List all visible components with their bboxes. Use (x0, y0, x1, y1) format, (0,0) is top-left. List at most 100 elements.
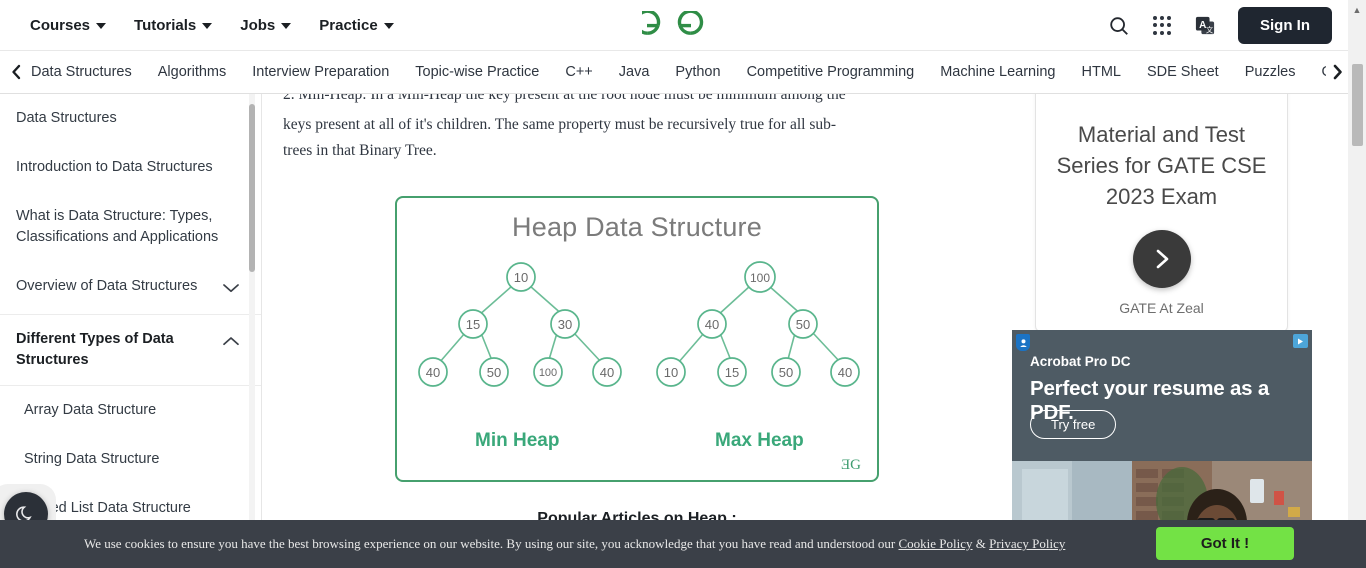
subnav-item-algorithms[interactable]: Algorithms (158, 64, 227, 80)
site-logo[interactable] (639, 8, 709, 44)
sidebar-item-label: Data Structures (16, 110, 117, 126)
nav-tutorials[interactable]: Tutorials (134, 16, 213, 34)
subnav-item-topic-wise-practice[interactable]: Topic-wise Practice (415, 64, 539, 80)
min-heap-nodes: 10 15 30 40 50 100 40 (418, 262, 622, 387)
subnav-scroll-right-icon[interactable] (1326, 51, 1348, 93)
min-heap-root-value: 10 (514, 270, 528, 285)
sidebar-item-different-types-of-data-structures[interactable]: Different Types of Data Structures (0, 315, 261, 385)
header-actions: A 文 Sign In (1108, 0, 1332, 51)
chevron-down-icon (202, 23, 213, 29)
subnav-item-interview-preparation[interactable]: Interview Preparation (252, 64, 389, 80)
sidebar-item-string-data-structure[interactable]: String Data Structure (0, 435, 261, 484)
right-sidebar: Material and Test Series for GATE CSE 20… (1012, 94, 1348, 568)
nav-courses[interactable]: Courses (30, 16, 107, 34)
gate-promo-line-1: Material and Test (1077, 122, 1246, 147)
gate-promo-line-3: 2023 Exam (1105, 184, 1218, 209)
sidebar-item-overview-of-data-structures[interactable]: Overview of Data Structures (0, 262, 261, 314)
nav-practice[interactable]: Practice (319, 16, 394, 34)
max-heap-l2-node-1: 50 (796, 317, 810, 332)
min-heap-l3-node-2: 100 (539, 367, 557, 379)
nav-jobs[interactable]: Jobs (240, 16, 292, 34)
sidebar-item-label: Different Types of Data Structures (16, 331, 174, 369)
max-heap-l3-node-1: 15 (725, 365, 739, 380)
diagram-title: Heap Data Structure (512, 212, 762, 242)
sidebar-item-introduction-to-data-structures[interactable]: Introduction to Data Structures (0, 143, 261, 192)
min-heap-l3-node-1: 50 (487, 365, 501, 380)
gate-promo-next-button[interactable] (1132, 230, 1191, 288)
apps-grid-icon[interactable] (1152, 16, 1172, 36)
min-heap-l3-node-3: 40 (600, 365, 614, 380)
paragraph-line-3-text: trees in that Binary Tree. (283, 142, 437, 159)
acrobat-ad-top: Acrobat Pro DC Perfect your resume as a … (1012, 330, 1312, 461)
max-heap-root-value: 100 (750, 271, 770, 285)
min-heap-l3-node-0: 40 (426, 365, 440, 380)
chevron-right-icon (1156, 249, 1168, 269)
geeksforgeeks-logo-icon (642, 11, 704, 35)
chevron-up-icon[interactable] (223, 332, 239, 353)
sidebar-item-data-structures[interactable]: Data Structures (0, 94, 261, 143)
sidebar-item-label: What is Data Structure: Types, Classific… (16, 208, 219, 246)
heap-diagram: Heap Data Structure 10 15 30 40 50 100 4… (395, 196, 879, 482)
subnav-item-sde-sheet[interactable]: SDE Sheet (1147, 64, 1219, 80)
cookie-consent-banner: We use cookies to ensure you have the be… (0, 520, 1366, 568)
advertiser-badge-icon (1016, 334, 1030, 351)
paragraph-cut-text: 2. Min-Heap: In a Min-Heap the key prese… (283, 94, 846, 103)
browser-scrollbar-thumb[interactable] (1352, 64, 1363, 146)
nav-tutorials-label: Tutorials (134, 16, 197, 34)
acrobat-ad-brand: Acrobat Pro DC (1030, 354, 1131, 369)
search-icon[interactable] (1108, 15, 1130, 37)
max-heap-l2-node-0: 40 (705, 317, 719, 332)
gate-promo-line-2: Series for GATE CSE (1056, 153, 1267, 178)
subnav-scroll-left-icon[interactable] (10, 64, 23, 80)
gate-promo-card[interactable]: Material and Test Series for GATE CSE 20… (1035, 94, 1288, 332)
max-heap-l3-node-0: 10 (664, 365, 678, 380)
max-heap-l3-node-3: 40 (838, 365, 852, 380)
cookie-accept-button[interactable]: Got It ! (1156, 527, 1294, 560)
sidebar-item-label: Array Data Structure (24, 402, 157, 419)
main-content: 2. Min-Heap: In a Min-Heap the key prese… (263, 94, 1011, 568)
subnav-item-java[interactable]: Java (619, 64, 650, 80)
subnav-item-list: Data Structures Algorithms Interview Pre… (27, 64, 1348, 80)
paragraph-line-2: keys present at all of it's children. Th… (283, 108, 991, 138)
chevron-down-icon (96, 23, 107, 29)
max-heap-l3-node-2: 50 (779, 365, 793, 380)
category-subnav: Data Structures Algorithms Interview Pre… (0, 51, 1348, 94)
nav-practice-label: Practice (319, 16, 378, 34)
translate-icon[interactable]: A 文 (1194, 16, 1216, 36)
sign-in-button[interactable]: Sign In (1238, 7, 1332, 44)
subnav-item-cpp[interactable]: C++ (565, 64, 592, 80)
scroll-up-arrow-icon[interactable]: ▲ (1352, 5, 1362, 15)
subnav-item-data-structures[interactable]: Data Structures (31, 64, 132, 80)
sidebar-item-array-data-structure[interactable]: Array Data Structure (0, 386, 261, 435)
subnav-item-machine-learning[interactable]: Machine Learning (940, 64, 1055, 80)
chevron-down-icon (281, 23, 292, 29)
gfg-watermark: ƎG (841, 457, 861, 473)
acrobat-ad-cta-button[interactable]: Try free (1030, 410, 1117, 439)
subnav-item-puzzles[interactable]: Puzzles (1245, 64, 1296, 80)
svg-text:文: 文 (1206, 25, 1214, 34)
nav-courses-label: Courses (30, 16, 91, 34)
gate-promo-text: Material and Test Series for GATE CSE 20… (1057, 94, 1267, 212)
sidebar-item-what-is-data-structure[interactable]: What is Data Structure: Types, Classific… (0, 192, 261, 262)
page-root: Courses Tutorials Jobs Practice A 文 Sign… (0, 0, 1366, 568)
privacy-policy-link[interactable]: Privacy Policy (989, 536, 1065, 551)
paragraph-line-2-text: keys present at all of it's children. Th… (283, 116, 837, 133)
site-header: Courses Tutorials Jobs Practice A 文 Sign… (0, 0, 1348, 51)
subnav-item-competitive-programming[interactable]: Competitive Programming (747, 64, 915, 80)
cookie-text-before: We use cookies to ensure you have the be… (84, 536, 899, 551)
nav-jobs-label: Jobs (240, 16, 276, 34)
chevron-down-icon (383, 23, 394, 29)
cookie-policy-link[interactable]: Cookie Policy (899, 536, 973, 551)
subnav-item-python[interactable]: Python (675, 64, 720, 80)
min-heap-label: Min Heap (475, 430, 560, 451)
paragraph-line-3: trees in that Binary Tree. (283, 138, 991, 164)
sidebar-scrollbar-thumb[interactable] (249, 104, 255, 272)
sidebar-item-label: String Data Structure (24, 451, 160, 468)
sidebar-item-label: Overview of Data Structures (16, 278, 198, 295)
subnav-item-html[interactable]: HTML (1081, 64, 1120, 80)
cookie-banner-text: We use cookies to ensure you have the be… (84, 536, 1065, 552)
browser-scrollbar[interactable]: ▲ ▼ (1348, 0, 1366, 568)
sidebar-item-label: Introduction to Data Structures (16, 159, 213, 176)
chevron-down-icon[interactable] (223, 279, 239, 300)
adchoices-icon[interactable] (1293, 334, 1308, 348)
